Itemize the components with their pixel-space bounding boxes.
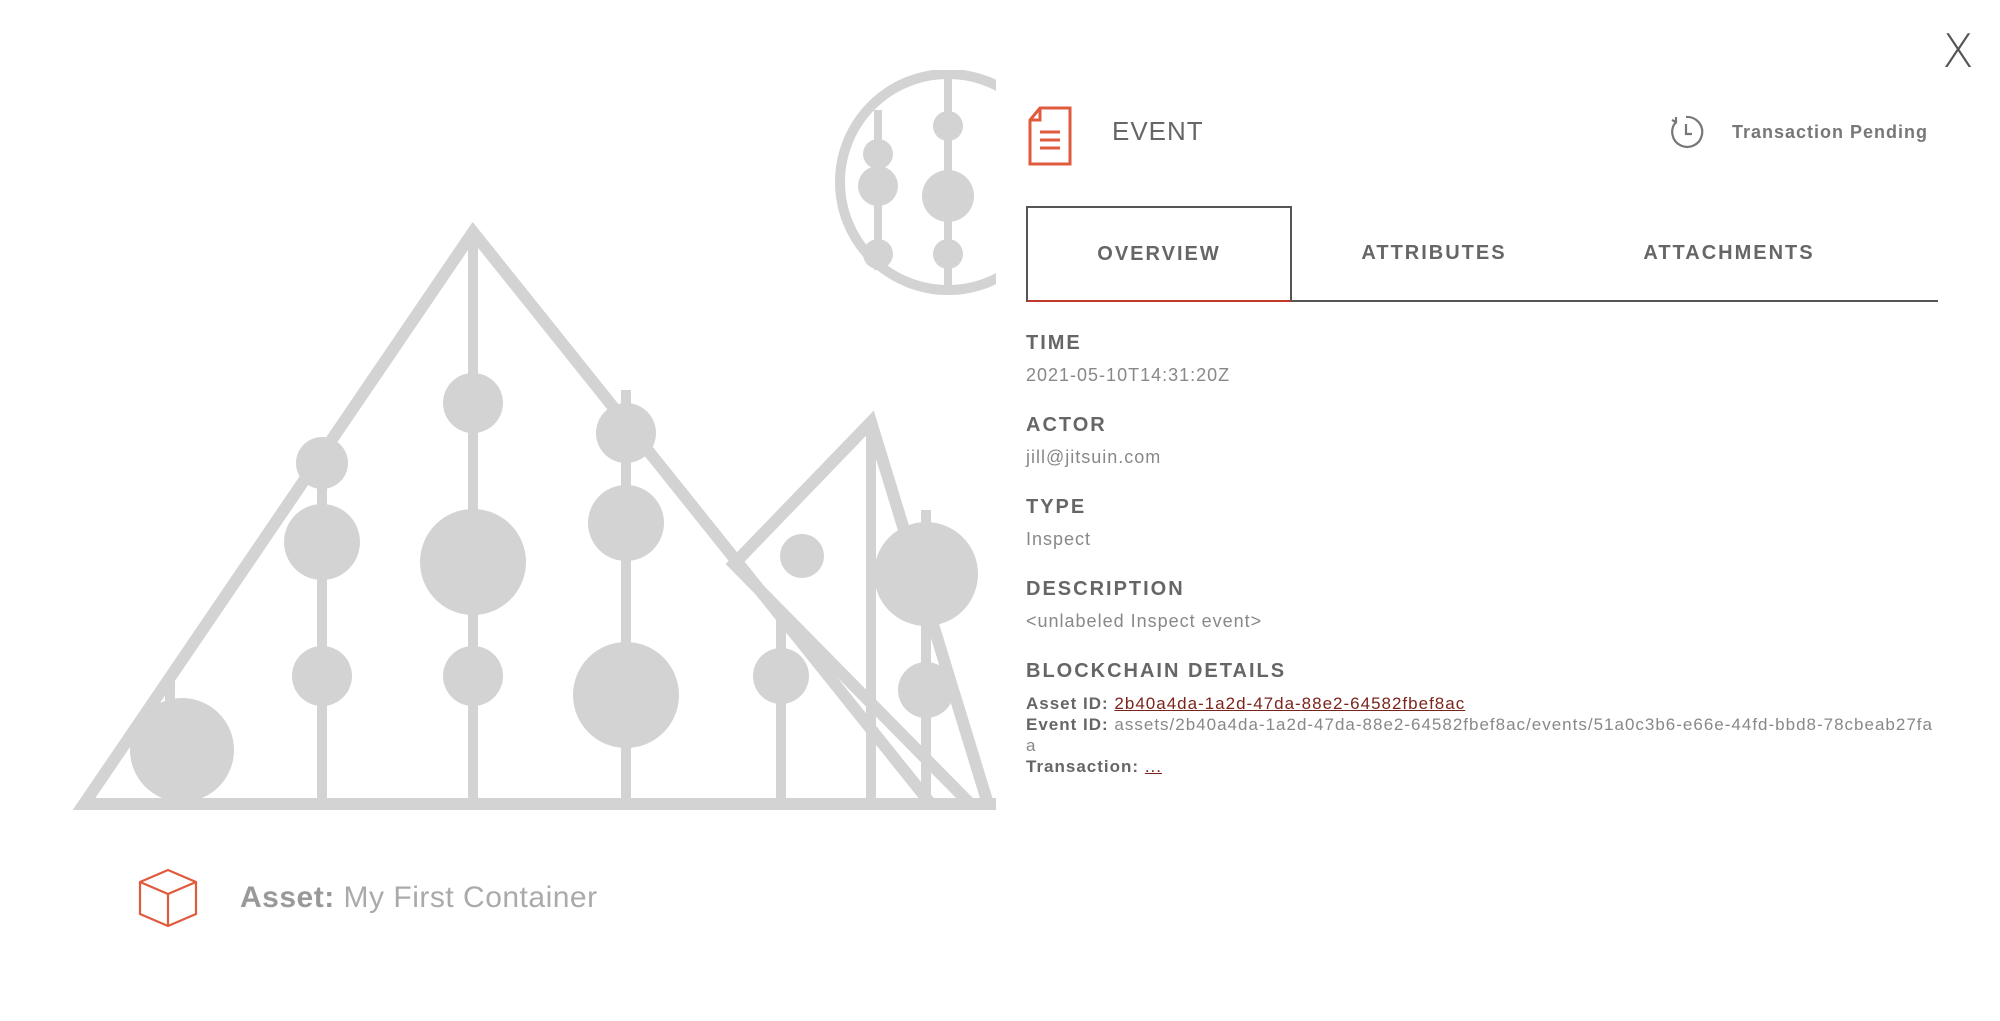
type-field: TYPE Inspect	[1026, 496, 1938, 550]
type-value: Inspect	[1026, 529, 1092, 549]
transaction-status: Transaction Pending	[1668, 114, 1928, 150]
event-title: EVENT	[1112, 116, 1204, 146]
close-icon[interactable]: X	[1942, 24, 1974, 78]
tab-bar: OVERVIEW ATTRIBUTES ATTACHMENTS	[1026, 206, 1938, 302]
description-field: DESCRIPTION <unlabeled Inspect event>	[1026, 578, 1938, 632]
tab-overview[interactable]: OVERVIEW	[1026, 206, 1292, 302]
actor-value: jill@jitsuin.com	[1026, 447, 1162, 467]
close-button[interactable]: X	[1938, 26, 1978, 76]
description-label: DESCRIPTION	[1026, 578, 1185, 600]
transaction-row: Transaction: ...	[1026, 756, 1938, 777]
time-field: TIME 2021-05-10T14:31:20Z	[1026, 332, 1938, 386]
asset-id-label: Asset ID:	[1026, 694, 1109, 713]
asset-id-link[interactable]: 2b40a4da-1a2d-47da-88e2-64582fbef8ac	[1114, 694, 1465, 713]
actor-field: ACTOR jill@jitsuin.com	[1026, 414, 1938, 468]
transaction-label: Transaction:	[1026, 757, 1140, 776]
tab-attachments[interactable]: ATTACHMENTS	[1576, 206, 1882, 300]
abacus-illustration	[72, 70, 996, 810]
description-value: <unlabeled Inspect event>	[1026, 611, 1263, 631]
event-id-row: Event ID: assets/2b40a4da-1a2d-47da-88e2…	[1026, 714, 1938, 756]
asset-id-row: Asset ID: 2b40a4da-1a2d-47da-88e2-64582f…	[1026, 693, 1938, 714]
blockchain-label: BLOCKCHAIN DETAILS	[1026, 660, 1287, 682]
event-id-label: Event ID:	[1026, 715, 1109, 734]
overview-content: TIME 2021-05-10T14:31:20Z ACTOR jill@jit…	[1026, 332, 1938, 805]
time-label: TIME	[1026, 332, 1082, 354]
transaction-link[interactable]: ...	[1145, 757, 1162, 776]
type-label: TYPE	[1026, 496, 1087, 518]
asset-label: Asset: My First Container	[240, 881, 598, 915]
asset-prefix: Asset:	[240, 881, 335, 914]
event-header: EVENT Transaction Pending	[1026, 96, 1944, 168]
status-text: Transaction Pending	[1731, 121, 1928, 142]
cube-icon	[138, 868, 198, 928]
event-panel: EVENT Transaction Pending OVERVIEW ATTRI…	[1026, 96, 1944, 776]
clock-icon	[1671, 115, 1704, 149]
time-value: 2021-05-10T14:31:20Z	[1026, 365, 1231, 385]
document-icon	[1028, 106, 1072, 166]
actor-label: ACTOR	[1026, 414, 1107, 436]
blockchain-field: BLOCKCHAIN DETAILS Asset ID: 2b40a4da-1a…	[1026, 660, 1938, 777]
asset-name: My First Container	[343, 881, 598, 914]
event-id-value: assets/2b40a4da-1a2d-47da-88e2-64582fbef…	[1026, 715, 1933, 755]
asset-link[interactable]: Asset: My First Container	[136, 866, 598, 930]
tab-attributes[interactable]: ATTRIBUTES	[1292, 206, 1576, 300]
